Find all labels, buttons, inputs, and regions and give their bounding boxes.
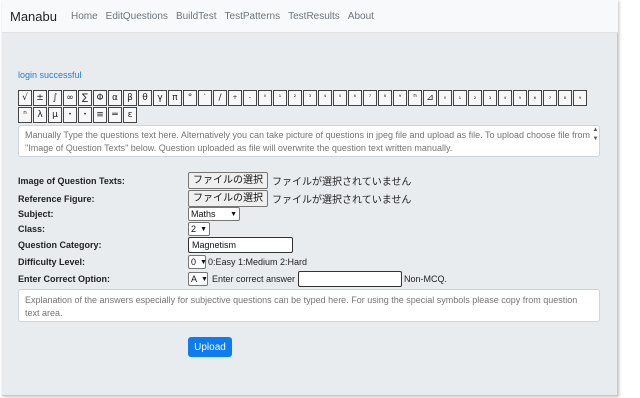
symbol-button[interactable]: √ [18, 90, 32, 106]
category-input[interactable]: Magnetism [188, 237, 293, 253]
symbol-button[interactable]: ═ [108, 107, 122, 123]
nav-test-results[interactable]: TestResults [288, 11, 340, 22]
symbol-button[interactable]: ₅ [513, 90, 527, 106]
symbol-button[interactable]: ² [288, 90, 302, 106]
option-value: A [191, 274, 198, 284]
symbol-button[interactable]: ₀ [438, 90, 452, 106]
symbol-button[interactable]: ≡ [93, 107, 107, 123]
symbol-toolbar: √ ± ∫ ∞ ∑ Φα β θ γ π ° ` / + - ⁰ ¹ ² ³ ⁴ ⁵ ⁶ ⁷ ⁸ ⁹ ⁿ ⊿ ₀ ₁ ₂ ₃ ₄ ₅ ₆ ₇ ₈ ₉ ⁿ λ… [18, 90, 596, 124]
chevron-down-icon: ▼ [201, 275, 208, 283]
nav-build-test[interactable]: BuildTest [176, 11, 217, 22]
symbol-button[interactable]: ₉ [573, 90, 587, 106]
symbol-button[interactable]: θ [138, 90, 152, 106]
chevron-down-icon: ▼ [200, 225, 207, 233]
symbol-button[interactable]: ₁ [453, 90, 467, 106]
subject-label: Subject: [18, 209, 54, 219]
symbol-button[interactable]: ³ [303, 90, 317, 106]
symbol-button[interactable]: ⁷ [363, 90, 377, 106]
symbol-button[interactable]: • [63, 107, 77, 123]
image-row: Image of Question Texts: ファイルの選択 ファイルが選択… [18, 172, 411, 189]
option-select[interactable]: A ▼ [188, 272, 208, 286]
reference-file-button[interactable]: ファイルの選択 [188, 190, 268, 207]
symbol-button[interactable]: λ [33, 107, 47, 123]
symbol-button[interactable]: - [243, 90, 257, 106]
symbol-button[interactable]: ₆ [528, 90, 542, 106]
reference-file-status: ファイルが選択されていません [272, 195, 412, 206]
symbol-button[interactable]: ⁿ [408, 90, 422, 106]
symbol-button[interactable]: + [228, 90, 242, 106]
symbol-button[interactable]: ⊿ [423, 90, 437, 106]
difficulty-select[interactable]: 0 ▼ [188, 255, 207, 269]
navbar: Manabu Home EditQuestions BuildTest Test… [2, 0, 618, 33]
symbol-button[interactable]: μ [48, 107, 62, 123]
difficulty-value: 0 [191, 257, 197, 267]
reference-label: Reference Figure: [18, 193, 95, 204]
class-select[interactable]: 2 ▼ [188, 222, 210, 236]
chevron-down-icon: ▼ [200, 258, 207, 266]
symbol-button[interactable]: ₇ [543, 90, 557, 106]
difficulty-hint: 0:Easy 1:Medium 2:Hard [208, 257, 308, 267]
difficulty-label: Difficulty Level: [18, 257, 86, 267]
textarea-scroll-arrows[interactable]: ▲ ▼ [592, 126, 599, 146]
symbol-button[interactable]: ± [33, 90, 47, 106]
symbol-button[interactable]: γ [153, 90, 167, 106]
symbol-button[interactable]: ₃ [483, 90, 497, 106]
symbol-button[interactable]: β [123, 90, 137, 106]
image-file-status: ファイルが選択されていません [272, 177, 412, 188]
image-file-button[interactable]: ファイルの選択 [188, 172, 268, 189]
symbol-button[interactable]: / [213, 90, 227, 106]
symbol-button[interactable]: ⁰ [258, 90, 272, 106]
symbol-button[interactable]: Φ [93, 90, 107, 106]
subject-select[interactable]: Maths ▼ [188, 207, 240, 221]
symbol-button[interactable]: ° [183, 90, 197, 106]
class-row: Class: 2 ▼ [18, 222, 210, 236]
symbol-button[interactable]: ₈ [558, 90, 572, 106]
symbol-button[interactable]: ` [198, 90, 212, 106]
symbol-button[interactable]: ⁶ [348, 90, 362, 106]
upload-button[interactable]: Upload [188, 337, 232, 357]
brand-logo[interactable]: Manabu [10, 9, 57, 24]
question-text-area[interactable] [18, 125, 600, 157]
chevron-down-icon: ▼ [230, 210, 237, 218]
symbol-button[interactable]: ⁹ [393, 90, 407, 106]
symbol-button[interactable]: ⁸ [378, 90, 392, 106]
symbol-button[interactable]: ∑ [78, 90, 92, 106]
category-label: Question Category: [18, 240, 102, 250]
symbol-button[interactable]: ¹ [273, 90, 287, 106]
login-status: login successful [18, 70, 82, 80]
nav-home[interactable]: Home [71, 11, 98, 22]
symbol-button[interactable]: π [168, 90, 182, 106]
answer-input[interactable] [298, 271, 403, 287]
non-mcq-label: Non-MCQ. [404, 274, 448, 284]
symbol-button[interactable]: ε [123, 107, 137, 123]
symbol-button[interactable]: α [108, 90, 122, 106]
nav-test-patterns[interactable]: TestPatterns [225, 11, 281, 22]
symbol-button[interactable]: ⁴ [318, 90, 332, 106]
reference-row: Reference Figure: ファイルの選択 ファイルが選択されていません [18, 190, 411, 207]
nav-edit-questions[interactable]: EditQuestions [106, 11, 168, 22]
class-value: 2 [191, 224, 197, 234]
subject-value: Maths [191, 209, 216, 219]
symbol-button[interactable]: • [78, 107, 92, 123]
answer-hint: Enter correct answer [212, 274, 296, 284]
subject-row: Subject: Maths ▼ [18, 207, 240, 221]
symbol-button[interactable]: ₂ [468, 90, 482, 106]
symbol-button[interactable]: ⁵ [333, 90, 347, 106]
option-row: Enter Correct Option: A ▼ Enter correct … [18, 271, 447, 287]
symbol-button[interactable]: ₄ [498, 90, 512, 106]
app-window: Manabu Home EditQuestions BuildTest Test… [2, 0, 618, 396]
option-label: Enter Correct Option: [18, 274, 111, 284]
symbol-button[interactable]: ⁿ [18, 107, 32, 123]
image-label: Image of Question Texts: [18, 175, 125, 186]
symbol-button[interactable]: ∫ [48, 90, 62, 106]
symbol-button[interactable]: ∞ [63, 90, 77, 106]
explanation-text-area[interactable] [18, 289, 600, 322]
nav-about[interactable]: About [348, 11, 374, 22]
category-row: Question Category: Magnetism [18, 237, 293, 253]
difficulty-row: Difficulty Level: 0 ▼ 0:Easy 1:Medium 2:… [18, 255, 307, 269]
class-label: Class: [18, 224, 46, 234]
